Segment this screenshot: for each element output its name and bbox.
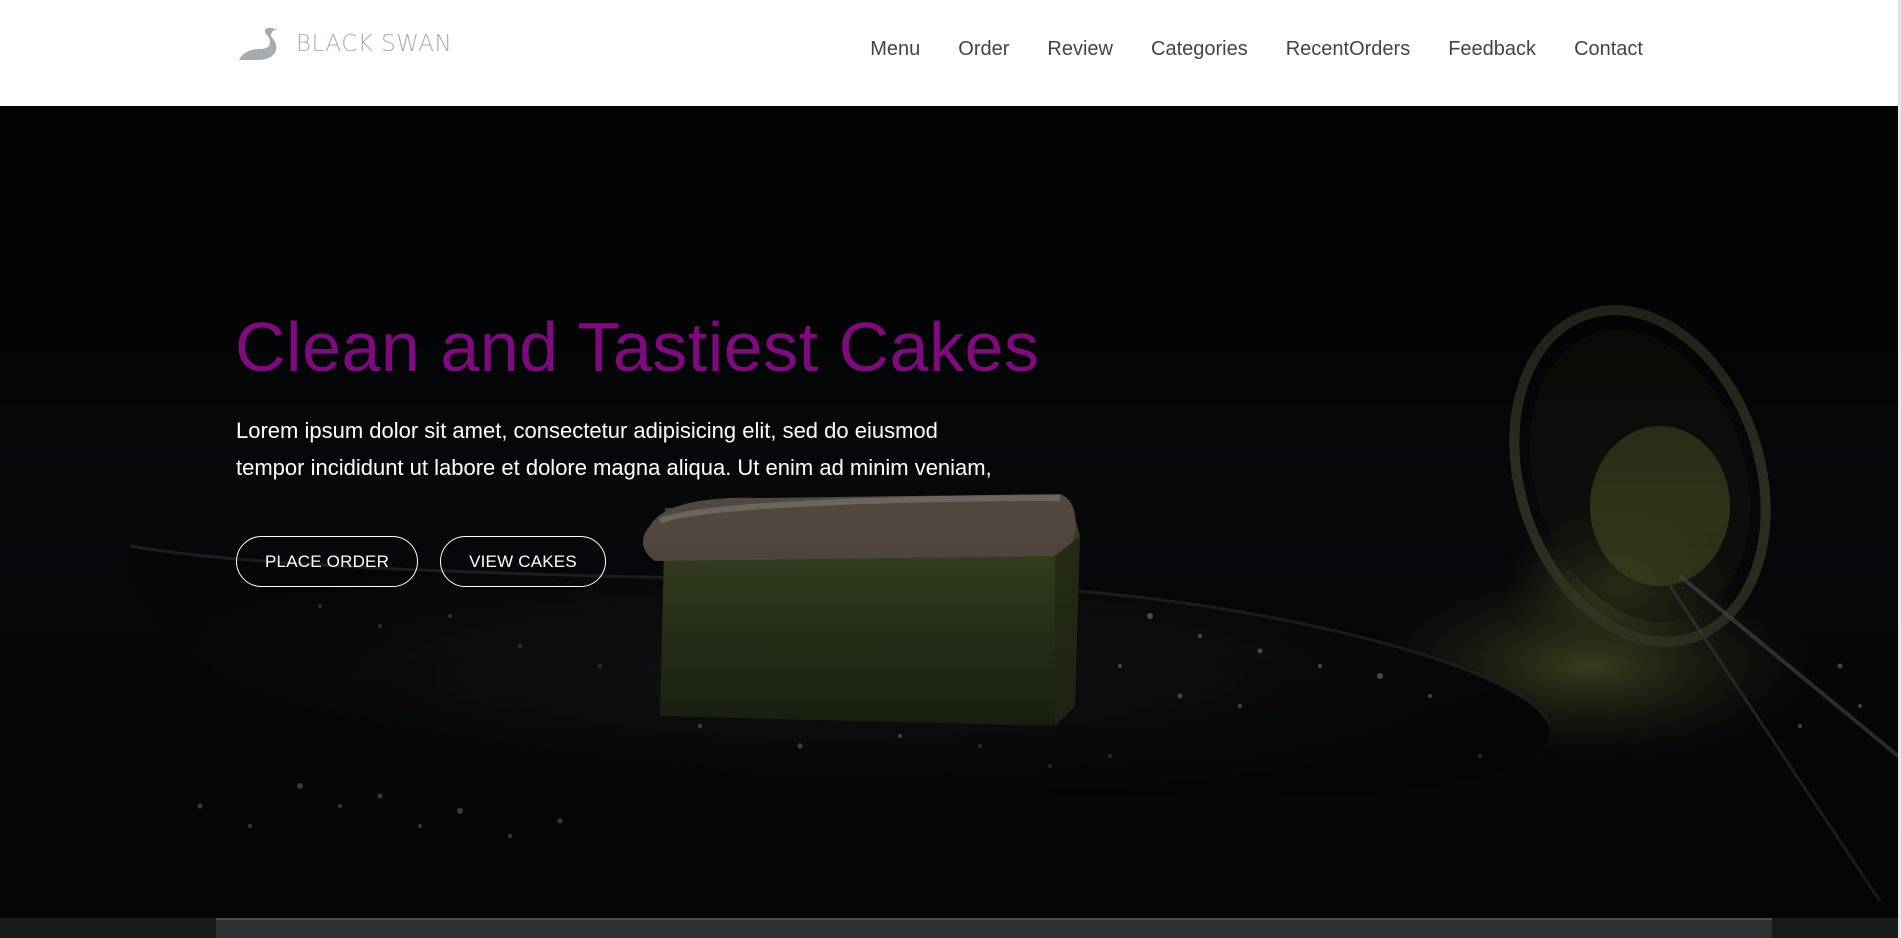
hero-actions: PLACE ORDER VIEW CAKES xyxy=(236,536,628,587)
hero-description-line-2: tempor incididunt ut labore et dolore ma… xyxy=(236,455,992,480)
place-order-button[interactable]: PLACE ORDER xyxy=(236,536,419,587)
nav-item-feedback[interactable]: Feedback xyxy=(1448,35,1536,63)
hero-section: Clean and Tastiest Cakes Lorem ipsum dol… xyxy=(0,106,1898,901)
swan-icon xyxy=(236,27,286,61)
nav-item-categories[interactable]: Categories xyxy=(1151,35,1248,63)
nav-item-order[interactable]: Order xyxy=(958,35,1009,63)
nav-item-recent-orders[interactable]: RecentOrders xyxy=(1286,35,1411,63)
brand-name: BLACK SWAN xyxy=(296,30,453,57)
nav-item-contact[interactable]: Contact xyxy=(1574,35,1643,63)
site-header: BLACK SWAN Menu Order Review Categories … xyxy=(0,0,1901,106)
hero-background-image xyxy=(0,106,1898,901)
next-section-preview xyxy=(216,918,1772,938)
view-cakes-button[interactable]: VIEW CAKES xyxy=(440,536,606,587)
nav-item-review[interactable]: Review xyxy=(1047,35,1113,63)
brand-logo[interactable]: BLACK SWAN xyxy=(236,26,452,62)
hero-description: Lorem ipsum dolor sit amet, consectetur … xyxy=(236,412,1036,486)
hero-description-line-1: Lorem ipsum dolor sit amet, consectetur … xyxy=(236,418,938,443)
hero-title: Clean and Tastiest Cakes xyxy=(235,308,1040,386)
nav-item-menu[interactable]: Menu xyxy=(870,35,920,63)
main-nav: Menu Order Review Categories RecentOrder… xyxy=(870,35,1643,63)
